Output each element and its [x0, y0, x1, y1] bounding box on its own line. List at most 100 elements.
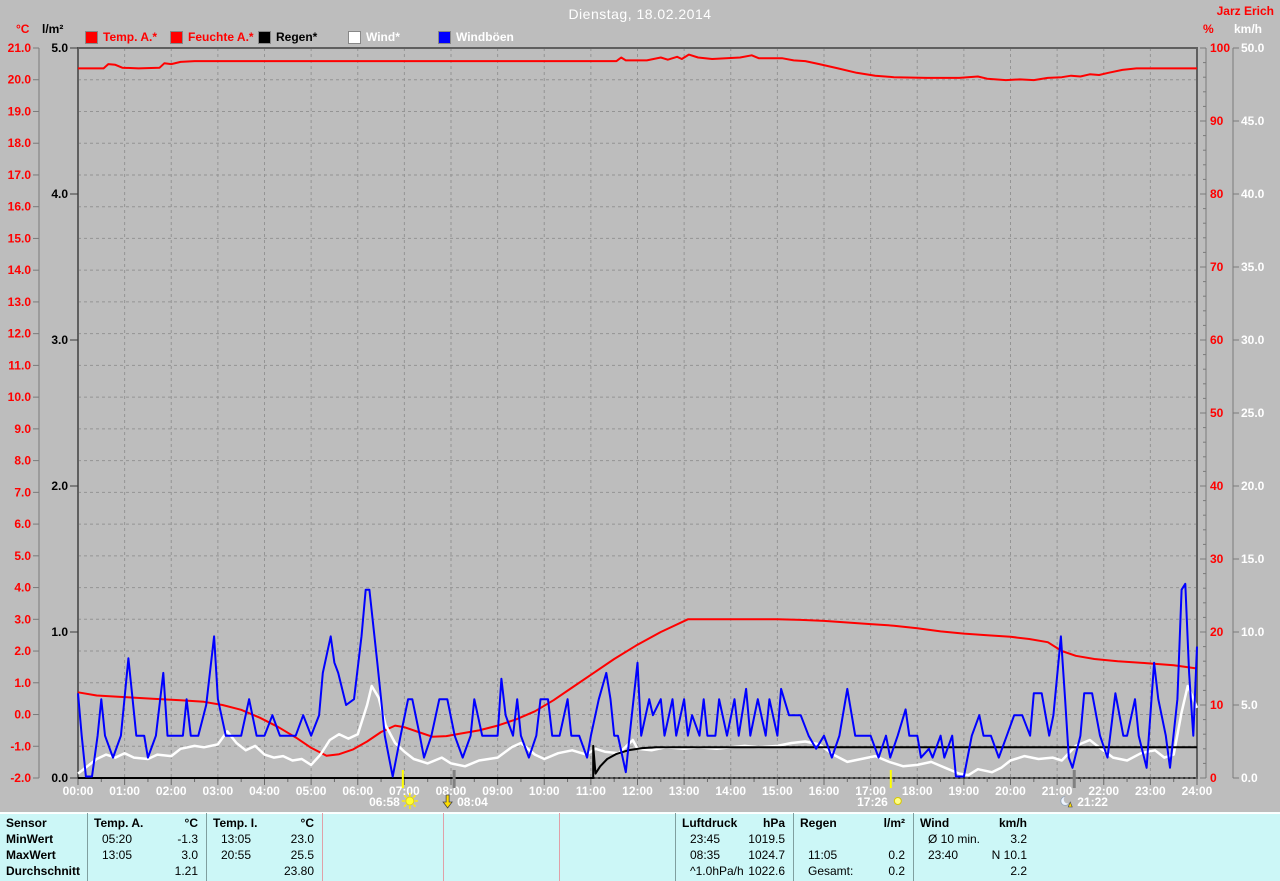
table-row [1035, 863, 1280, 879]
svg-text:01:00: 01:00 [109, 784, 140, 798]
svg-text:17.0: 17.0 [8, 168, 32, 182]
svg-text:40: 40 [1210, 479, 1224, 493]
cell-value [435, 863, 443, 879]
svg-text:02:00: 02:00 [156, 784, 187, 798]
cell-value: 1022.6 [748, 864, 785, 878]
svg-text:17:26: 17:26 [857, 795, 888, 809]
svg-text:10: 10 [1210, 698, 1224, 712]
svg-text:5.0: 5.0 [51, 41, 68, 55]
svg-text:40.0: 40.0 [1241, 187, 1265, 201]
svg-text:10.0: 10.0 [8, 390, 32, 404]
table-row: Gesamt: 0.2 [794, 863, 913, 879]
column-header [1035, 815, 1041, 831]
svg-text:100: 100 [1210, 41, 1230, 55]
cell-value: N 10.1 [991, 848, 1027, 862]
cell-time [323, 847, 337, 863]
svg-text:5.0: 5.0 [14, 549, 31, 563]
column-unit: hPa [762, 816, 785, 830]
table-row [1035, 831, 1280, 847]
svg-text:10:00: 10:00 [529, 784, 560, 798]
table-row [1035, 847, 1280, 863]
svg-text:00:00: 00:00 [63, 784, 94, 798]
svg-text:20.0: 20.0 [8, 73, 32, 87]
cell-time [323, 831, 337, 847]
column-unit [667, 815, 675, 831]
svg-text:8.0: 8.0 [14, 454, 31, 468]
cell-time [88, 863, 102, 879]
cell-value [1272, 863, 1280, 879]
column-unit: l/m² [883, 816, 905, 830]
cell-time: Gesamt: [808, 864, 854, 878]
svg-text:21:22: 21:22 [1077, 795, 1108, 809]
svg-text:16.0: 16.0 [8, 200, 32, 214]
table-column-tempi: Temp. I. °C 13:05 23.0 20:55 25.5 23.80 [206, 813, 322, 881]
svg-text:06:58: 06:58 [369, 795, 400, 809]
cell-time: 20:55 [221, 848, 252, 862]
table-row [323, 847, 443, 863]
cell-value [551, 831, 559, 847]
cell-time: 23:40 [928, 848, 959, 862]
table-column-empty [559, 813, 675, 881]
table-row: 23:45 1019.5 [676, 831, 793, 847]
cell-value: 2.2 [1010, 864, 1027, 878]
svg-text:11.0: 11.0 [8, 358, 31, 372]
table-row [560, 847, 675, 863]
cell-time [444, 831, 458, 847]
svg-text:60: 60 [1210, 333, 1224, 347]
cell-value: 1.21 [174, 864, 198, 878]
svg-text:18.0: 18.0 [8, 136, 32, 150]
cell-value [1272, 831, 1280, 847]
svg-text:-2.0: -2.0 [10, 771, 31, 785]
table-row: 13:05 23.0 [207, 831, 322, 847]
cell-time: ^1.0hPa/h [690, 864, 744, 878]
cell-value: 23.0 [290, 832, 314, 846]
svg-text:04:00: 04:00 [249, 784, 280, 798]
table-row-label: MaxWert [6, 848, 56, 862]
cell-value: 1019.5 [748, 832, 785, 846]
svg-text:13.0: 13.0 [8, 295, 32, 309]
column-header [323, 815, 329, 831]
svg-text:3.0: 3.0 [14, 612, 31, 626]
table-column-luftdruck: Luftdruck hPa 23:45 1019.5 08:35 1024.7 ^1.0hP… [675, 813, 793, 881]
axis-rain-left: 5.0 4.0 3.0 2.0 1.0 0.0 [51, 41, 78, 785]
table-row [560, 831, 675, 847]
table-row: 2.2 [914, 863, 1035, 879]
svg-text:6.0: 6.0 [14, 517, 31, 531]
cell-time: Ø 10 min. [928, 832, 981, 846]
svg-text:14:00: 14:00 [715, 784, 746, 798]
table-row: 23:40 N 10.1 [914, 847, 1035, 863]
table-row [444, 847, 559, 863]
cell-value: 25.5 [290, 848, 314, 862]
svg-text:13:00: 13:00 [669, 784, 700, 798]
cell-value: 3.0 [181, 848, 198, 862]
cell-value: -1.3 [177, 832, 198, 846]
column-unit [551, 815, 559, 831]
table-column-tempa: Temp. A. °C 05:20 -1.3 13:05 3.0 1.21 [87, 813, 206, 881]
svg-text:45.0: 45.0 [1241, 114, 1265, 128]
column-header [444, 815, 450, 831]
axis-humidity-right: 1009080706050403020100 [1200, 41, 1230, 785]
axis-temperature-left: 21.0 20.0 19.0 18.0 17.0 16.0 15.0 14.0 13.0 12.0… [8, 41, 40, 785]
column-unit: km/h [998, 816, 1027, 830]
svg-text:90: 90 [1210, 114, 1224, 128]
svg-text:0: 0 [1210, 771, 1217, 785]
table-row: ^1.0hPa/h 1022.6 [676, 863, 793, 879]
svg-text:35.0: 35.0 [1241, 260, 1265, 274]
svg-text:3.0: 3.0 [51, 333, 68, 347]
statistics-table: Sensor MinWert MaxWert Durchschnitt Temp. A… [0, 812, 1280, 881]
table-column-empty [443, 813, 559, 881]
svg-text:24:00: 24:00 [1182, 784, 1213, 798]
svg-text:19.0: 19.0 [8, 104, 32, 118]
svg-text:2.0: 2.0 [14, 644, 31, 658]
svg-text:15.0: 15.0 [8, 231, 32, 245]
svg-text:20.0: 20.0 [1241, 479, 1265, 493]
svg-text:5.0: 5.0 [1241, 698, 1258, 712]
column-unit [1272, 815, 1280, 831]
cell-time: 13:05 [221, 832, 252, 846]
cell-time [323, 863, 337, 879]
cell-value: 0.2 [888, 848, 905, 862]
table-row [444, 831, 559, 847]
cell-time [914, 863, 928, 879]
svg-text:70: 70 [1210, 260, 1224, 274]
sun-icon [405, 796, 415, 806]
